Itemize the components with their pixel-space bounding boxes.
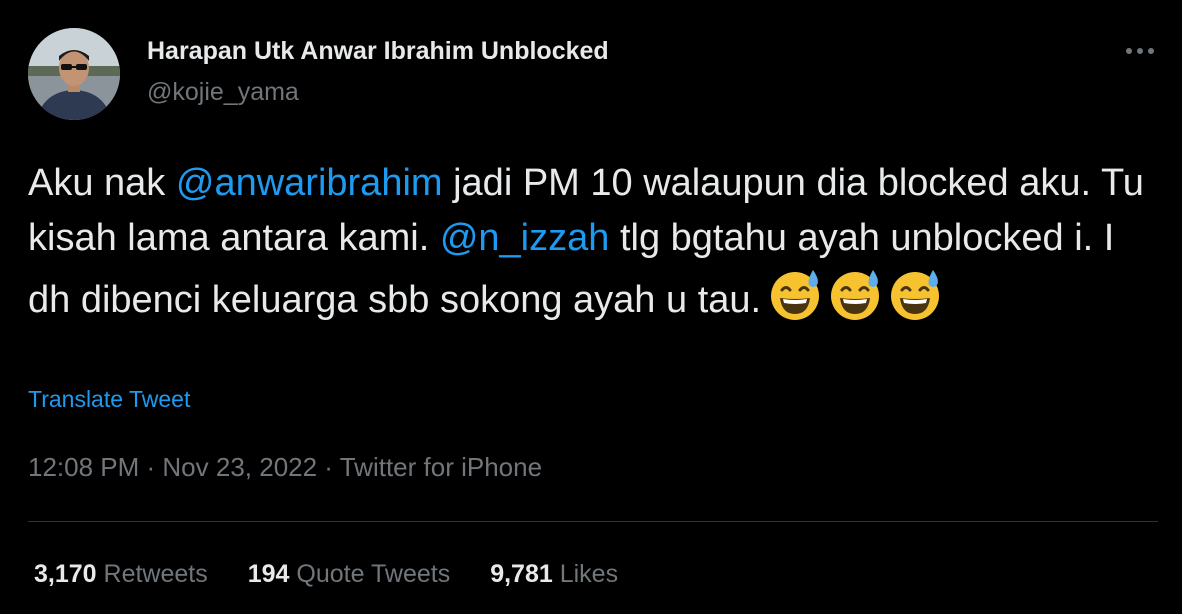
likes-count: 9,781 <box>490 560 553 588</box>
more-horizontal-icon[interactable] <box>1122 36 1158 66</box>
author-name[interactable]: Harapan Utk Anwar Ibrahim Unblocked <box>147 37 609 66</box>
quotes-label: Quote Tweets <box>296 560 451 588</box>
grinning-face-with-sweat-icon <box>831 270 880 320</box>
quote-tweets-stat[interactable]: 194 Quote Tweets <box>248 560 450 589</box>
tweet-source[interactable]: Twitter for iPhone <box>340 452 542 482</box>
meta-separator: · <box>317 452 340 482</box>
likes-label: Likes <box>559 560 619 588</box>
avatar[interactable] <box>28 28 120 120</box>
grinning-face-with-sweat-icon <box>771 270 820 320</box>
retweets-label: Retweets <box>103 560 208 588</box>
author-handle[interactable]: @kojie_yama <box>147 78 299 107</box>
likes-stat[interactable]: 9,781 Likes <box>490 560 618 589</box>
tweet-detail: Harapan Utk Anwar Ibrahim Unblocked @koj… <box>0 0 1182 614</box>
retweets-stat[interactable]: 3,170 Retweets <box>34 560 208 589</box>
engagement-stats: 3,170 Retweets 194 Quote Tweets 9,781 Li… <box>34 560 618 589</box>
grinning-face-with-sweat-icon <box>891 270 940 320</box>
tweet-time[interactable]: 12:08 PM <box>28 452 139 482</box>
retweets-count: 3,170 <box>34 560 97 588</box>
translate-tweet-link[interactable]: Translate Tweet <box>28 386 190 413</box>
mention-link[interactable]: @n_izzah <box>440 217 610 259</box>
quotes-count: 194 <box>247 560 290 588</box>
avatar-photo <box>28 28 120 120</box>
tweet-text-part: Aku nak <box>28 162 176 204</box>
tweet-date[interactable]: Nov 23, 2022 <box>162 452 317 482</box>
divider <box>28 521 1158 522</box>
meta-separator: · <box>139 452 163 482</box>
tweet-text: Aku nak @anwaribrahim jadi PM 10 walaupu… <box>28 156 1148 328</box>
emoji-group <box>767 266 943 322</box>
mention-link[interactable]: @anwaribrahim <box>176 162 443 204</box>
tweet-metadata: 12:08 PM · Nov 23, 2022 · Twitter for iP… <box>28 452 542 483</box>
